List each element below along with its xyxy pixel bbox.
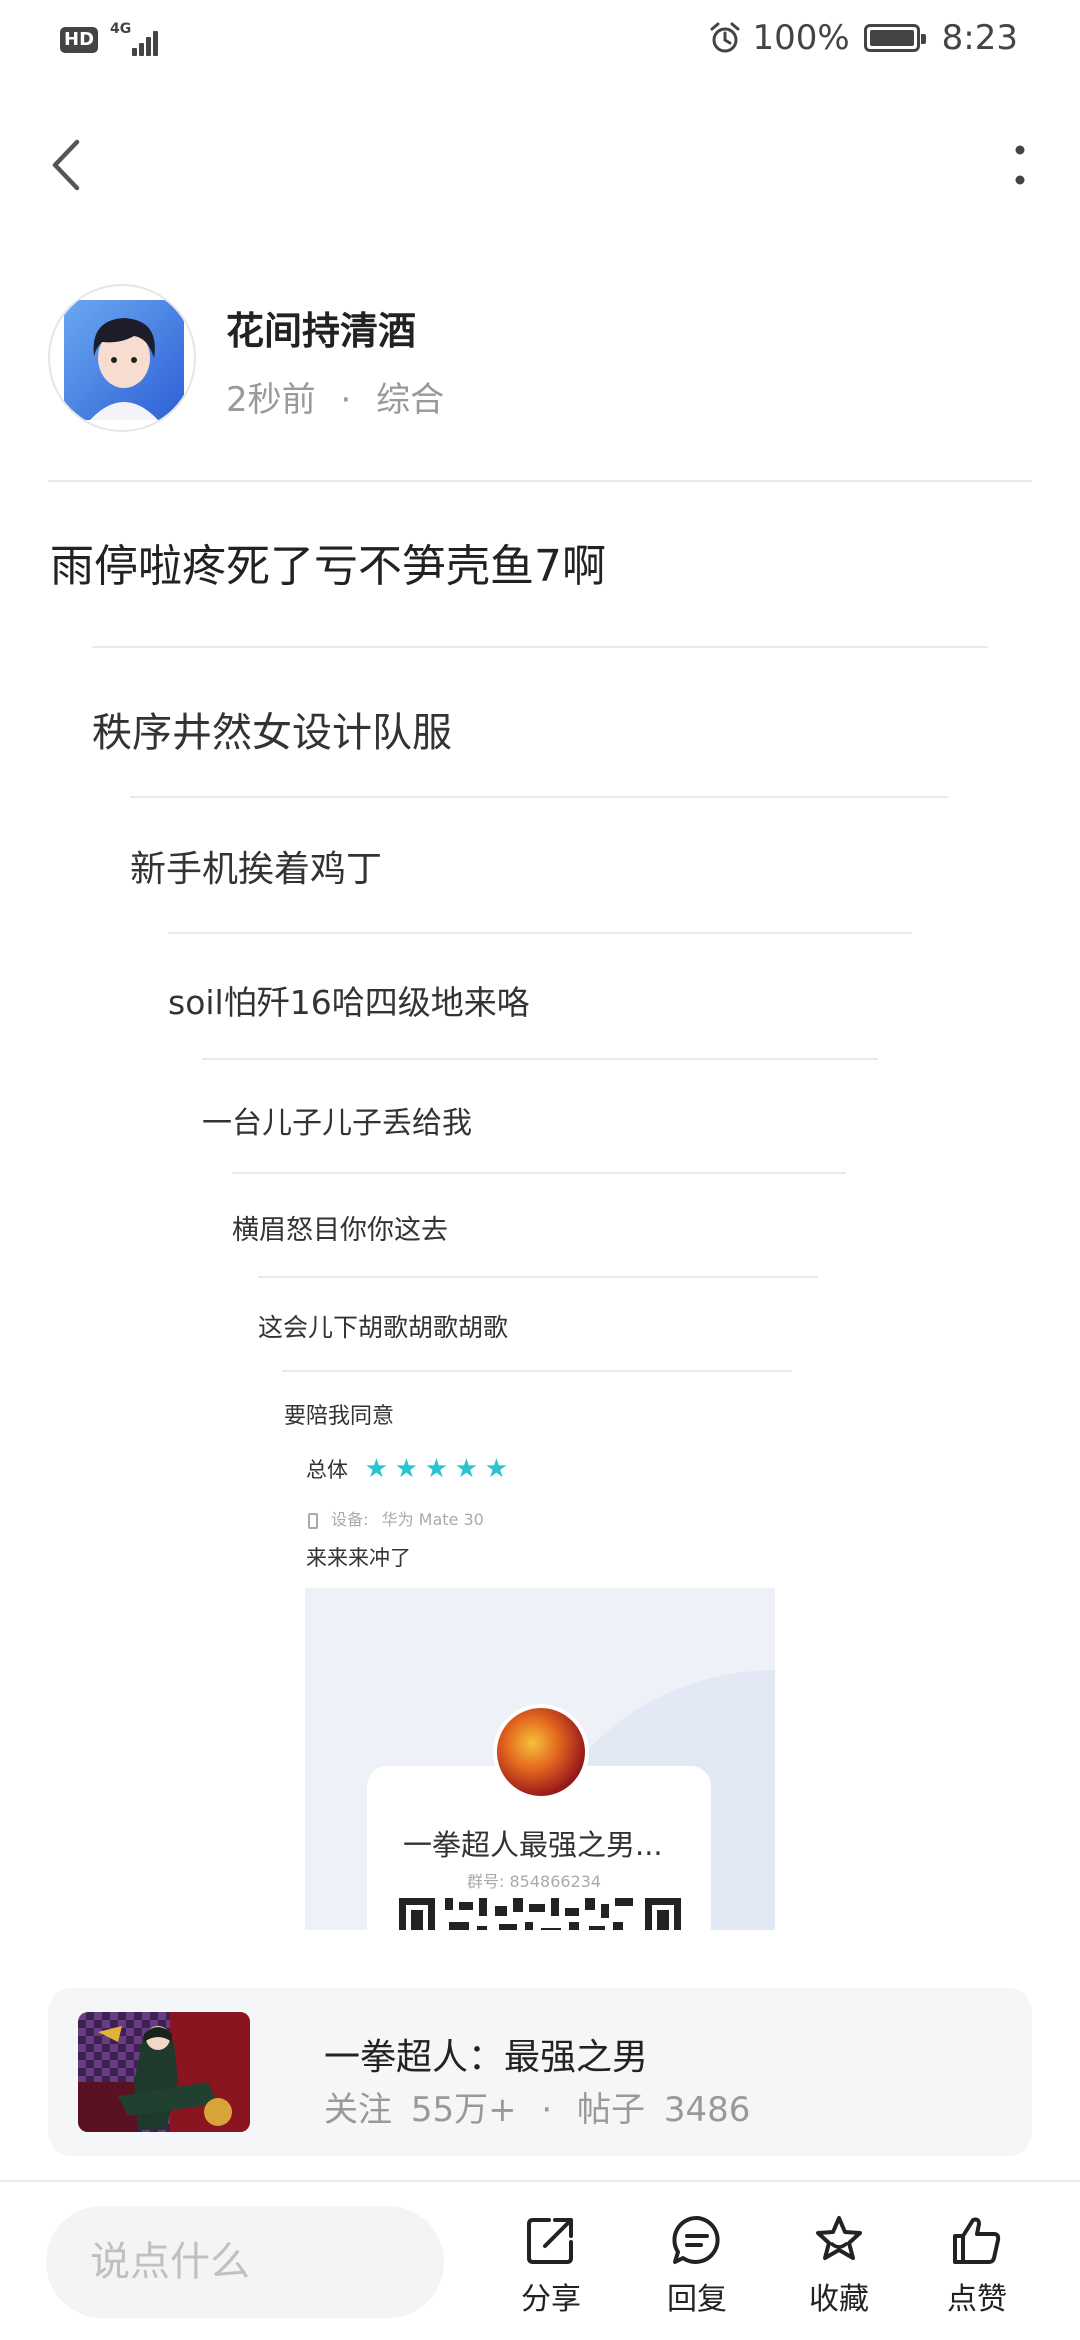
divider <box>282 1370 792 1372</box>
post-category[interactable]: 综合 <box>376 380 444 420</box>
divider <box>48 480 1032 482</box>
divider <box>92 646 988 648</box>
thread-line: 横眉怒目你你这去 <box>232 1215 448 1246</box>
rating-row: 总体 ★ ★ ★ ★ ★ <box>306 1454 508 1484</box>
share-icon <box>527 2218 573 2264</box>
phone-icon <box>308 1512 318 1529</box>
bottom-action-bar: 分享 回复 收藏 点赞 <box>0 2180 1080 2340</box>
quoted-comment: 来来来冲了 <box>306 1546 411 1570</box>
status-bar: HD 4G 100% 8:23 <box>0 0 1080 80</box>
forum-card[interactable]: 一拳超人：最强之男 关注 55万+ · 帖子 3486 <box>48 1988 1032 2156</box>
thumbs-up-icon <box>953 2217 1001 2264</box>
group-name: 一拳超人最强之男... <box>403 1828 663 1862</box>
chevron-left-icon <box>52 139 80 191</box>
device-label: 设备: <box>331 1510 369 1529</box>
post-author: 花间持清酒 2秒前 · 综合 <box>48 284 1038 434</box>
clock: 8:23 <box>941 18 1018 58</box>
divider <box>232 1172 846 1174</box>
reply-button[interactable]: 回复 <box>642 2212 752 2332</box>
avatar-image <box>64 300 184 420</box>
signal-icon: 4G <box>110 21 159 58</box>
follow-label: 关注 <box>324 2090 392 2130</box>
star-icon: ★ <box>424 1454 448 1484</box>
divider <box>258 1276 818 1278</box>
author-name[interactable]: 花间持清酒 <box>226 300 416 355</box>
battery-percent: 100% <box>752 18 850 58</box>
star-icon: ★ <box>364 1454 388 1484</box>
posts-label: 帖子 <box>577 2090 646 2130</box>
qr-code-icon <box>399 1898 681 1930</box>
top-nav <box>0 120 1080 210</box>
rating-label: 总体 <box>306 1458 348 1482</box>
comment-icon <box>672 2215 720 2264</box>
posts-count: 3486 <box>663 2090 751 2130</box>
star-icon: ★ <box>484 1454 508 1484</box>
group-id: 群号: 854866234 <box>467 1872 602 1891</box>
avatar[interactable] <box>48 284 196 432</box>
alarm-icon <box>710 22 740 53</box>
follow-count: 55万+ <box>410 2090 517 2130</box>
favorite-label: 收藏 <box>809 2282 869 2317</box>
share-label: 分享 <box>521 2282 581 2317</box>
forum-stats: 关注 55万+ · 帖子 3486 <box>324 2082 750 2131</box>
like-label: 点赞 <box>947 2282 1007 2317</box>
forum-thumbnail-image <box>78 2012 250 2132</box>
hd-badge: HD <box>60 27 99 53</box>
comment-input[interactable] <box>46 2206 444 2318</box>
group-avatar <box>493 1704 589 1800</box>
forum-name: 一拳超人：最强之男 <box>324 2037 649 2078</box>
star-icon <box>816 2216 862 2260</box>
stats-separator: · <box>541 2090 553 2130</box>
thread-line: 要陪我同意 <box>284 1404 395 1429</box>
more-vertical-icon <box>1015 145 1025 185</box>
thread-line: 新手机挨着鸡丁 <box>130 849 383 890</box>
divider <box>168 932 912 934</box>
more-options-button[interactable] <box>990 132 1050 198</box>
post-image[interactable]: 秩序井然女设计队服 新手机挨着鸡丁 soil怕歼16哈四级地来咯 一台儿子儿子丢… <box>0 620 1080 1930</box>
star-icon: ★ <box>454 1454 478 1484</box>
post-title: 雨停啦疼死了亏不笋壳鱼7啊 <box>50 541 606 592</box>
share-button[interactable]: 分享 <box>496 2212 606 2332</box>
star-icon: ★ <box>394 1454 418 1484</box>
group-qr-panel: 一拳超人最强之男... 群号: 854866234 <box>305 1588 775 1930</box>
post-time: 2秒前 <box>226 380 316 420</box>
status-left: HD 4G <box>60 21 159 58</box>
thread-line: 这会儿下胡歌胡歌胡歌 <box>258 1313 509 1342</box>
divider <box>202 1058 878 1060</box>
reply-label: 回复 <box>667 2282 727 2317</box>
favorite-button[interactable]: 收藏 <box>784 2212 894 2332</box>
network-type: 4G <box>110 21 132 37</box>
device-row: 设备: 华为 Mate 30 <box>308 1506 484 1530</box>
post-meta: 2秒前 · 综合 <box>226 372 444 421</box>
back-button[interactable] <box>36 132 96 198</box>
like-button[interactable]: 点赞 <box>922 2212 1032 2332</box>
battery-icon <box>863 24 926 52</box>
forum-thumbnail <box>78 2012 250 2132</box>
device-value: 华为 Mate 30 <box>381 1510 484 1529</box>
thread-line: soil怕歼16哈四级地来咯 <box>168 983 530 1022</box>
thread-line: 秩序井然女设计队服 <box>92 710 452 756</box>
status-right: 100% 8:23 <box>708 18 1018 58</box>
divider <box>130 796 948 798</box>
meta-separator: · <box>340 380 352 420</box>
thread-line: 一台儿子儿子丢给我 <box>202 1106 472 1141</box>
